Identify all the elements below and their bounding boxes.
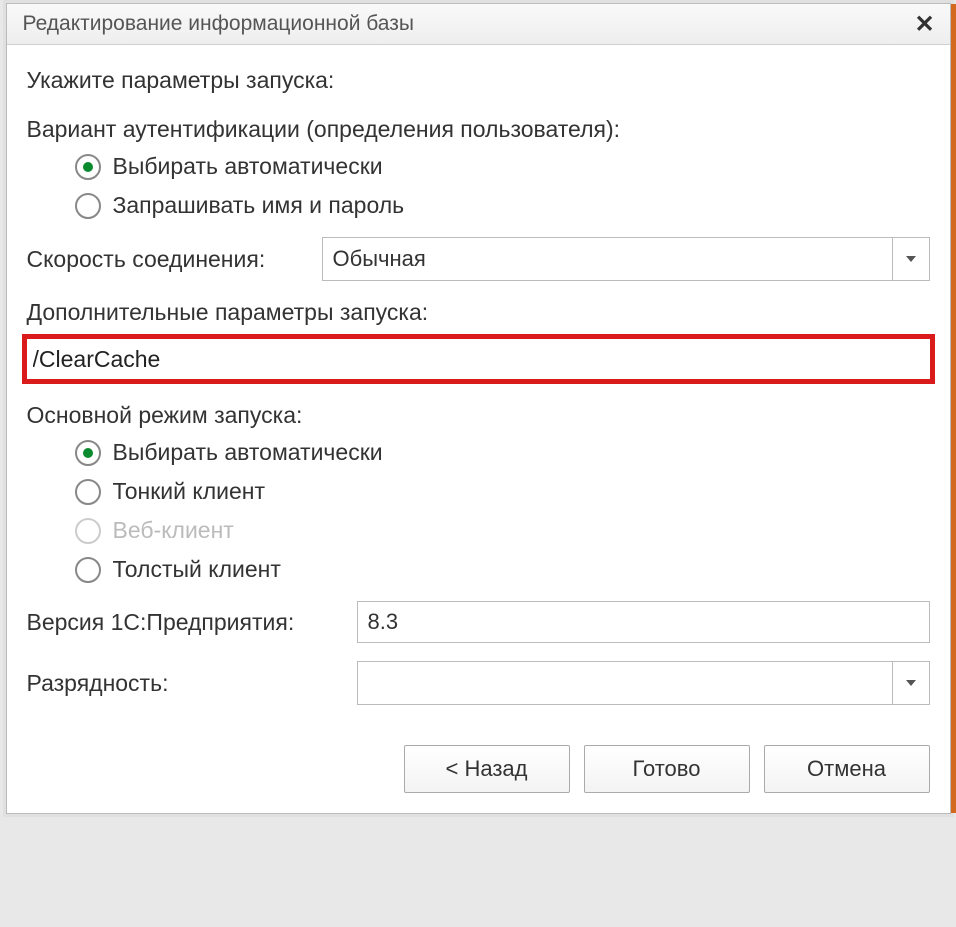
radio-label: Выбирать автоматически xyxy=(113,439,383,466)
radio-auth-auto[interactable]: Выбирать автоматически xyxy=(75,153,930,180)
speed-label: Скорость соединения: xyxy=(27,246,322,273)
radio-icon xyxy=(75,154,101,180)
radio-label: Веб-клиент xyxy=(113,517,234,544)
radio-label: Запрашивать имя и пароль xyxy=(113,192,405,219)
extra-params-highlight xyxy=(22,334,935,384)
radio-label: Тонкий клиент xyxy=(113,478,266,505)
mode-label: Основной режим запуска: xyxy=(27,402,930,429)
close-icon[interactable]: ✕ xyxy=(910,10,940,39)
radio-label: Выбирать автоматически xyxy=(113,153,383,180)
dialog-content: Укажите параметры запуска: Вариант аутен… xyxy=(7,45,950,813)
speed-row: Скорость соединения: Обычная xyxy=(27,237,930,281)
chevron-down-icon xyxy=(892,238,929,280)
radio-icon xyxy=(75,479,101,505)
chevron-down-icon xyxy=(892,662,929,704)
title-bar: Редактирование информационной базы ✕ xyxy=(7,4,950,45)
version-input[interactable] xyxy=(357,601,930,643)
radio-icon xyxy=(75,440,101,466)
auth-radio-group: Выбирать автоматически Запрашивать имя и… xyxy=(27,153,930,219)
radio-icon xyxy=(75,518,101,544)
auth-section-label: Вариант аутентификации (определения поль… xyxy=(27,116,930,143)
extra-params-input[interactable] xyxy=(27,339,930,379)
speed-value: Обычная xyxy=(323,238,892,280)
bitness-select[interactable] xyxy=(357,661,930,705)
radio-auth-prompt[interactable]: Запрашивать имя и пароль xyxy=(75,192,930,219)
bitness-value xyxy=(358,662,892,704)
radio-icon xyxy=(75,193,101,219)
radio-label: Толстый клиент xyxy=(113,556,281,583)
decorative-edge xyxy=(951,4,956,813)
speed-select[interactable]: Обычная xyxy=(322,237,930,281)
dialog-window: Редактирование информационной базы ✕ Ука… xyxy=(6,3,951,814)
page-heading: Укажите параметры запуска: xyxy=(27,67,930,94)
mode-radio-group: Выбирать автоматически Тонкий клиент Веб… xyxy=(27,439,930,583)
radio-icon xyxy=(75,557,101,583)
cancel-button[interactable]: Отмена xyxy=(764,745,930,793)
version-row: Версия 1С:Предприятия: xyxy=(27,601,930,643)
radio-mode-thin[interactable]: Тонкий клиент xyxy=(75,478,930,505)
button-row: < Назад Готово Отмена xyxy=(27,745,930,793)
radio-mode-web: Веб-клиент xyxy=(75,517,930,544)
bitness-row: Разрядность: xyxy=(27,661,930,705)
extra-params-label: Дополнительные параметры запуска: xyxy=(27,299,930,326)
version-label: Версия 1С:Предприятия: xyxy=(27,609,357,636)
window-title: Редактирование информационной базы xyxy=(23,12,414,36)
ready-button[interactable]: Готово xyxy=(584,745,750,793)
radio-mode-auto[interactable]: Выбирать автоматически xyxy=(75,439,930,466)
radio-mode-thick[interactable]: Толстый клиент xyxy=(75,556,930,583)
back-button[interactable]: < Назад xyxy=(404,745,570,793)
bitness-label: Разрядность: xyxy=(27,670,357,697)
